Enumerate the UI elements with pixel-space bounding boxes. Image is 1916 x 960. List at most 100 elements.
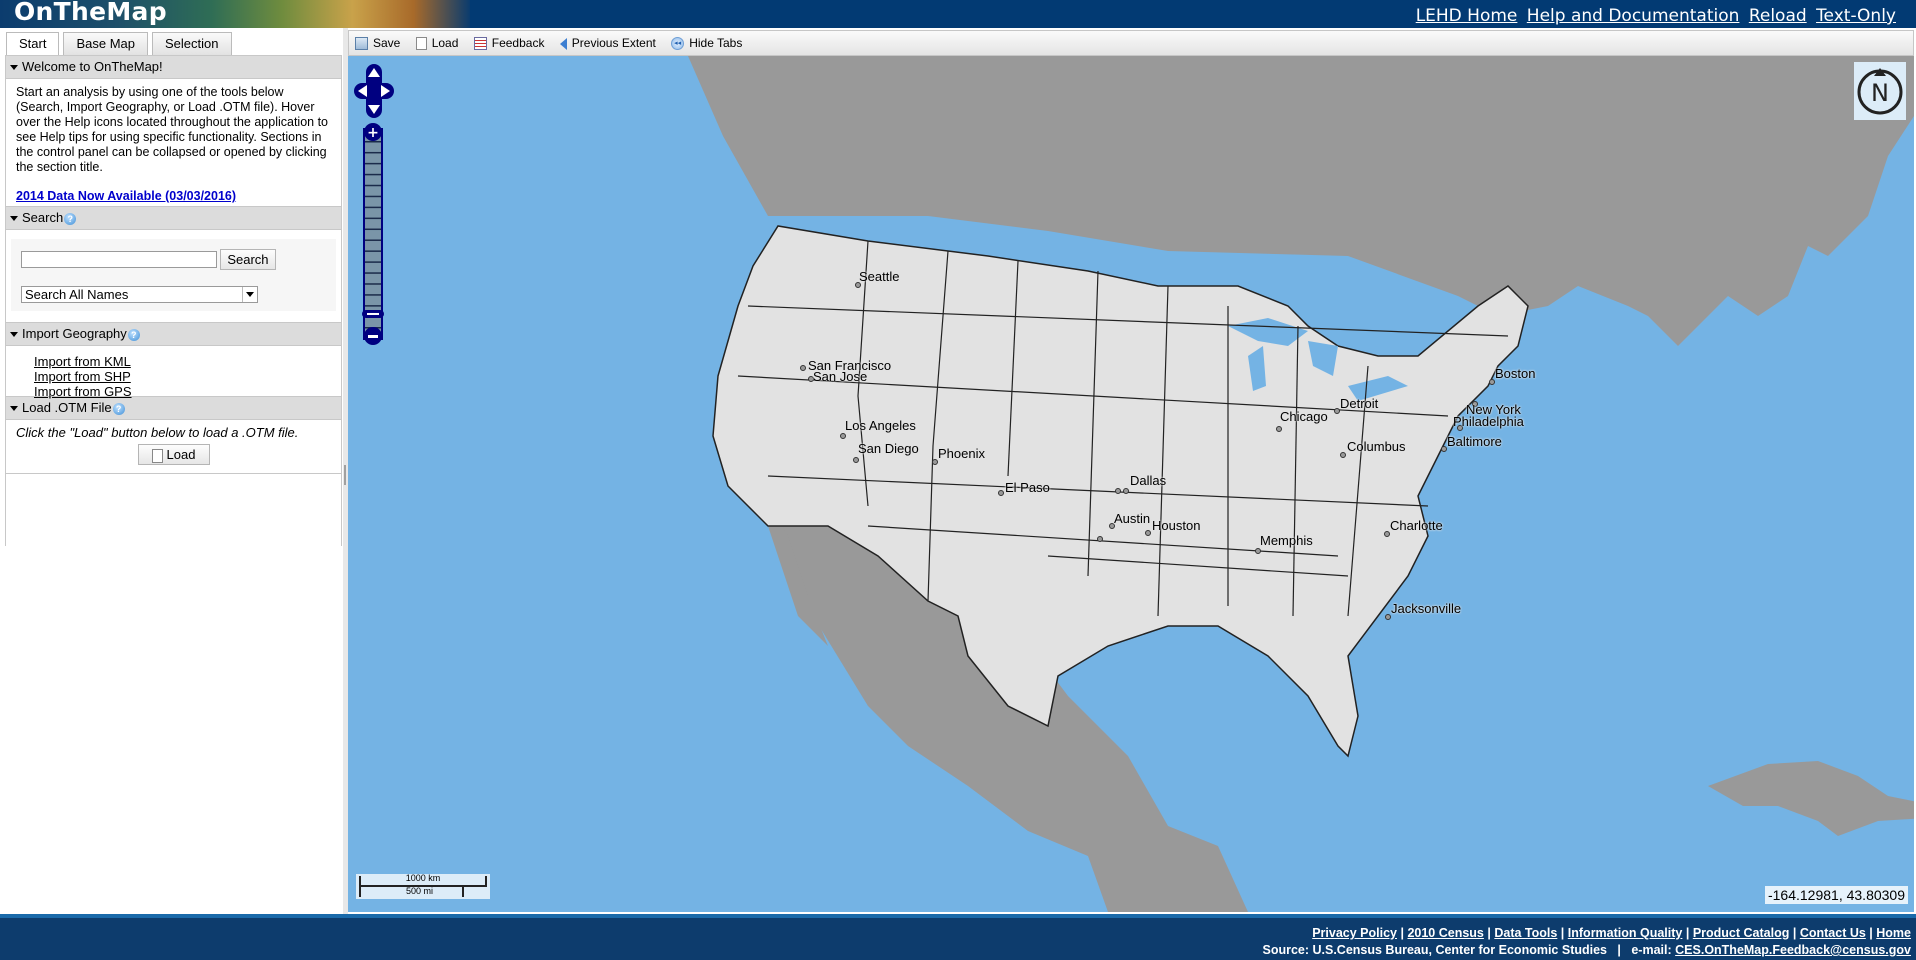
zoom-level-tick[interactable] [365,151,381,154]
search-type-value: Search All Names [25,287,129,302]
city-marker [800,365,806,371]
import-section-body: Import from KML Import from SHP Import f… [6,346,341,399]
feedback-button-label: Feedback [491,36,545,50]
city-label: Baltimore [1447,434,1502,449]
previous-extent-button[interactable]: Previous Extent [559,31,656,55]
zoom-level-tick[interactable] [365,294,381,296]
information-quality-link[interactable]: Information Quality [1568,926,1683,940]
tab-start[interactable]: Start [6,32,60,56]
zoom-level-tick[interactable] [365,173,381,176]
email-label: e-mail: [1631,943,1672,957]
zoom-level-tick[interactable] [365,162,381,165]
load-button-label: Load [431,36,459,50]
import-kml-link[interactable]: Import from KML [34,354,341,369]
product-catalog-link[interactable]: Product Catalog [1693,926,1790,940]
privacy-policy-link[interactable]: Privacy Policy [1312,926,1397,940]
zoom-level-tick[interactable] [365,305,381,307]
help-icon[interactable]: ? [127,328,140,341]
news-link[interactable]: 2014 Data Now Available (03/03/2016) [16,189,331,204]
zoom-level-tick[interactable] [365,239,381,241]
previous-extent-label: Previous Extent [571,36,656,50]
welcome-section-body: Start an analysis by using one of the to… [6,79,341,206]
collapse-triangle-icon [10,406,18,412]
map-toolbar: Save Load Feedback Previous Extent ◂◂ Hid… [348,30,1914,56]
city-marker [1276,426,1282,432]
zoom-level-tick[interactable] [365,141,381,143]
search-section-body: Search Search All Names [6,230,341,322]
cuba-land [1708,761,1914,836]
scale-km-label: 1000 km [405,873,441,883]
zoom-level-tick[interactable] [365,261,381,263]
hide-tabs-button[interactable]: ◂◂ Hide Tabs [671,31,742,55]
feedback-email-link[interactable]: CES.OnTheMap.Feedback@census.gov [1675,943,1911,957]
welcome-section-header[interactable]: Welcome to OnTheMap! [6,56,341,79]
help-icon[interactable]: ? [64,212,77,225]
header-links: LEHD Home Help and Documentation Reload … [1412,6,1896,26]
zoom-level-tick[interactable] [365,195,381,198]
tab-base-map[interactable]: Base Map [63,32,149,55]
page-footer: Privacy Policy | 2010 Census | Data Tool… [0,914,1916,960]
census-2010-link[interactable]: 2010 Census [1407,926,1483,940]
scale-mi-label: 500 mi [406,886,434,896]
city-label: Phoenix [938,446,985,461]
zoom-level-tick[interactable] [365,283,381,285]
north-arrow-button[interactable]: N [1854,62,1906,120]
document-icon [415,37,427,51]
reload-link[interactable]: Reload [1749,6,1807,26]
zoom-slider[interactable]: + [362,123,384,345]
help-documentation-link[interactable]: Help and Documentation [1527,6,1740,26]
search-button[interactable]: Search [220,249,276,270]
home-link[interactable]: Home [1876,926,1911,940]
city-marker [853,457,859,463]
splitter-grip[interactable] [344,465,346,485]
welcome-section-title: Welcome to OnTheMap! [22,59,163,74]
search-section-header[interactable]: Search? [6,206,341,230]
scale-tick [462,886,464,897]
tab-selection[interactable]: Selection [152,32,232,55]
save-icon [355,37,368,51]
city-label: Jacksonville [1391,601,1462,616]
city-marker [1145,530,1151,536]
load-instructions: Click the "Load" button below to load a … [16,425,299,440]
chevron-down-icon [242,287,257,302]
start-panel: Welcome to OnTheMap! Start an analysis b… [5,55,342,546]
save-button[interactable]: Save [355,31,400,55]
feedback-button[interactable]: Feedback [473,31,545,55]
city-label: Dallas [1130,473,1167,488]
footer-links: Privacy Policy | 2010 Census | Data Tool… [1312,926,1911,940]
zoom-level-tick[interactable] [365,184,381,187]
zoom-level-tick[interactable] [365,250,381,252]
city-label: San Diego [858,441,919,456]
search-box: Search Search All Names [11,239,336,311]
scale-tick [485,876,487,887]
zoom-level-tick[interactable] [365,217,381,220]
save-button-label: Save [373,36,401,50]
plus-icon: + [367,125,379,141]
load-section-header[interactable]: Load .OTM File? [6,396,341,420]
help-icon[interactable]: ? [112,402,125,415]
back-arrow-icon [559,37,567,50]
zoom-level-tick[interactable] [365,228,381,231]
text-only-link[interactable]: Text-Only [1816,6,1896,26]
zoom-level-tick[interactable] [365,272,381,274]
contact-us-link[interactable]: Contact Us [1800,926,1866,940]
city-label: Detroit [1340,396,1379,411]
load-file-button[interactable]: Load [137,444,210,465]
collapse-triangle-icon [10,216,18,222]
city-label: Charlotte [1390,518,1443,533]
feedback-icon [473,37,487,51]
welcome-text: Start an analysis by using one of the to… [16,85,329,174]
load-button[interactable]: Load [415,31,459,55]
import-section-header[interactable]: Import Geography? [6,322,341,346]
zoom-level-tick[interactable] [365,206,381,209]
search-input[interactable] [21,251,217,268]
search-type-select[interactable]: Search All Names [21,286,258,303]
import-shp-link[interactable]: Import from SHP [34,369,341,384]
map-canvas[interactable]: Seattle San Francisco San Jose Los Angel… [348,56,1914,912]
city-marker [1115,488,1121,494]
data-tools-link[interactable]: Data Tools [1494,926,1557,940]
pan-control [354,64,394,118]
city-label: Philadelphia [1453,414,1524,429]
load-section-body: Click the "Load" button below to load a … [6,420,341,474]
lehd-home-link[interactable]: LEHD Home [1416,6,1518,26]
